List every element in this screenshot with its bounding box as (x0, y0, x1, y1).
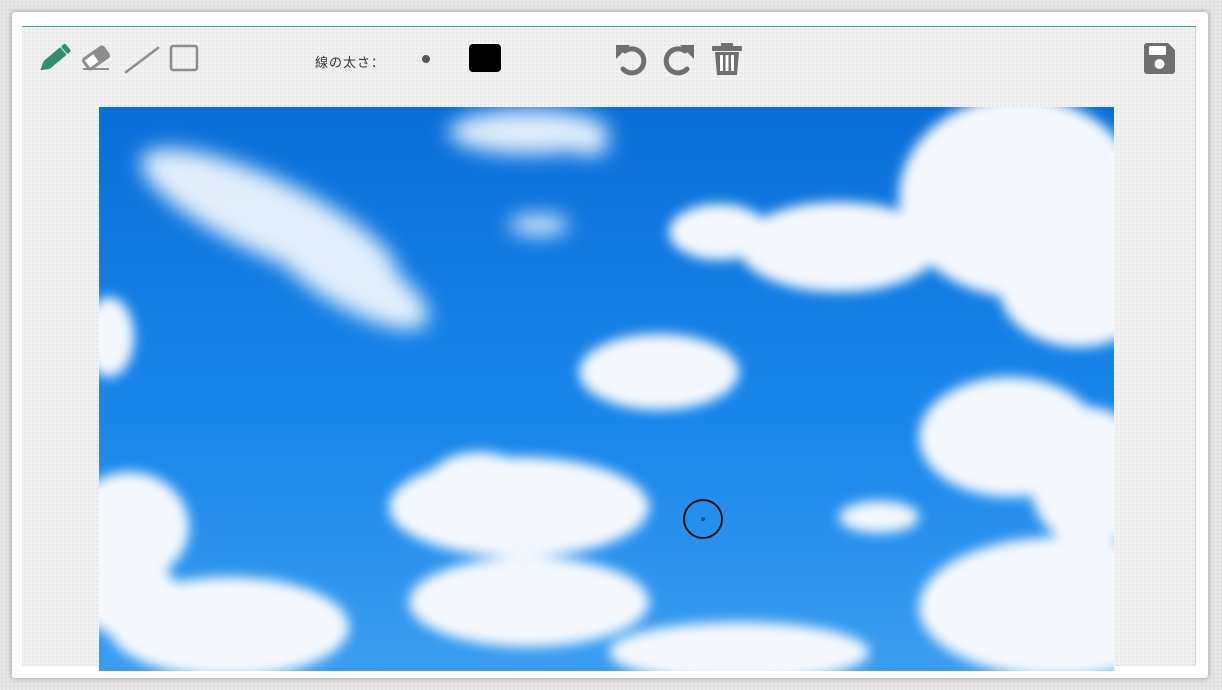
redo-icon[interactable] (657, 41, 697, 77)
sky-with-clouds-image (99, 107, 1114, 671)
editor-window: 線の太さ： (12, 12, 1208, 678)
stroke-color-swatch[interactable] (469, 44, 501, 72)
line-icon[interactable] (123, 43, 161, 75)
rectangle-icon[interactable] (167, 43, 201, 73)
undo-icon[interactable] (613, 41, 653, 77)
dot-icon[interactable] (422, 55, 430, 63)
eraser-icon[interactable] (79, 43, 113, 73)
line-width-label: 線の太さ： (315, 56, 386, 71)
pencil-icon[interactable] (35, 41, 75, 75)
trash-icon[interactable] (707, 41, 747, 77)
save-icon[interactable] (1139, 41, 1179, 77)
brush-circle-cursor (683, 499, 723, 539)
drawing-canvas[interactable] (99, 107, 1114, 671)
drawing-panel: 線の太さ： (22, 26, 1196, 671)
